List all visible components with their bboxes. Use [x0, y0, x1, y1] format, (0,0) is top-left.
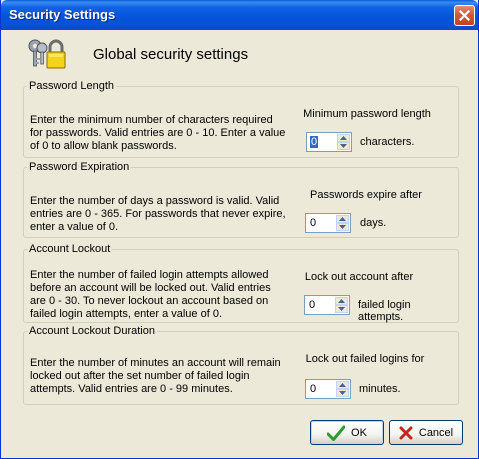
- stepper-value[interactable]: 0: [310, 217, 316, 229]
- arrow-up-icon: [340, 136, 347, 140]
- field-label: Lock out failed logins for: [305, 353, 425, 365]
- group-legend: Password Length: [29, 80, 114, 92]
- close-icon: [459, 10, 470, 21]
- stepper-down-button[interactable]: [336, 389, 349, 397]
- arrow-up-icon: [339, 217, 346, 221]
- group-description: Enter the minimum number of characters r…: [30, 114, 286, 152]
- unit-label: characters.: [360, 136, 415, 148]
- arrow-down-icon: [339, 225, 346, 229]
- arrow-up-icon: [339, 383, 346, 387]
- password-expire-days-stepper[interactable]: 0: [305, 213, 351, 233]
- unit-label: days.: [360, 217, 387, 229]
- stepper-value[interactable]: 0: [309, 299, 315, 311]
- stepper-value[interactable]: 0: [310, 383, 316, 395]
- stepper-up-button[interactable]: [336, 381, 349, 389]
- account-lockout-group: Account Lockout Enter the number of fail…: [23, 243, 459, 323]
- field-label: Passwords expire after: [310, 189, 422, 201]
- group-legend: Account Lockout Duration: [29, 325, 155, 337]
- checkmark-icon: [327, 425, 346, 441]
- stepper-up-button[interactable]: [336, 215, 349, 223]
- cancel-label: Cancel: [418, 426, 454, 439]
- cancel-button[interactable]: Cancel: [389, 420, 463, 445]
- group-legend: Account Lockout: [29, 243, 111, 255]
- arrow-down-icon: [338, 307, 345, 311]
- group-legend: Password Expiration: [29, 161, 130, 173]
- security-settings-dialog: Security Settings Global security settin…: [0, 0, 479, 459]
- title-bar[interactable]: Security Settings: [1, 0, 478, 30]
- red-x-icon: [399, 426, 413, 439]
- keys-and-padlock-icon: [28, 39, 66, 69]
- arrow-down-icon: [340, 144, 347, 148]
- field-label: Minimum password length: [303, 108, 431, 120]
- close-button[interactable]: [454, 5, 475, 26]
- lockout-minutes-stepper[interactable]: 0: [305, 379, 351, 399]
- unit-label: minutes.: [359, 383, 401, 395]
- lockout-duration-group: Account Lockout Duration Enter the numbe…: [23, 325, 459, 405]
- password-length-group: Password Length Enter the minimum number…: [23, 80, 459, 158]
- stepper-down-button[interactable]: [336, 223, 349, 231]
- ok-button[interactable]: OK: [310, 420, 384, 445]
- arrow-up-icon: [338, 299, 345, 303]
- field-label: Lock out account after: [304, 271, 414, 283]
- ok-label: OK: [351, 426, 367, 439]
- stepper-up-button[interactable]: [335, 297, 348, 305]
- page-title: Global security settings: [93, 46, 249, 63]
- group-description: Enter the number of days a password is v…: [30, 195, 286, 233]
- group-description: Enter the number of failed login attempt…: [30, 269, 271, 320]
- stepper-down-button[interactable]: [337, 142, 350, 150]
- arrow-down-icon: [339, 391, 346, 395]
- group-description: Enter the number of minutes an account w…: [30, 357, 281, 395]
- unit-label: failed login attempts.: [358, 299, 411, 323]
- lockout-attempts-stepper[interactable]: 0: [304, 295, 350, 315]
- password-expiration-group: Password Expiration Enter the number of …: [23, 161, 459, 238]
- window-title: Security Settings: [9, 7, 116, 22]
- min-password-length-stepper[interactable]: 0: [306, 132, 352, 152]
- stepper-down-button[interactable]: [335, 305, 348, 313]
- stepper-up-button[interactable]: [337, 134, 350, 142]
- stepper-value[interactable]: 0: [310, 136, 319, 148]
